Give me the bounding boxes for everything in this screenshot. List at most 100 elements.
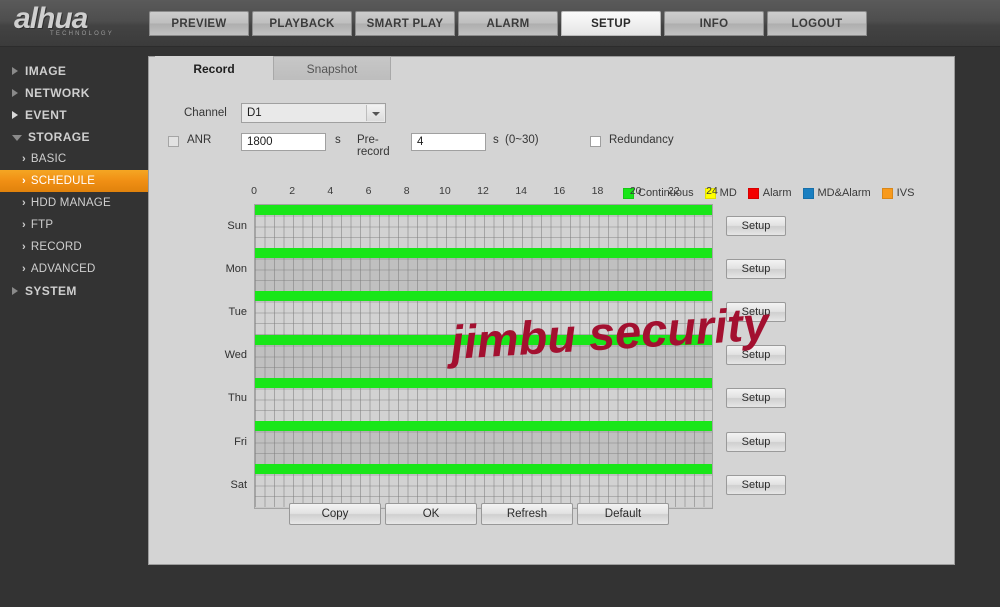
hour-tick-10: 10 <box>438 185 451 197</box>
chevron-right-icon: › <box>22 241 26 253</box>
schedule-bar-continuous[interactable] <box>255 464 712 475</box>
legend-swatch <box>881 187 893 199</box>
day-label-fri: Fri <box>234 435 247 448</box>
schedule-bar-continuous[interactable] <box>255 248 712 259</box>
schedule-row-thu[interactable]: Thu <box>228 377 712 421</box>
schedule-row-wed[interactable]: Wed <box>225 334 712 378</box>
setup-button-fri[interactable]: Setup <box>726 431 786 452</box>
sidebar-group-label: EVENT <box>25 108 68 122</box>
chevron-right-icon: › <box>22 219 26 231</box>
hour-tick-16: 16 <box>553 185 566 197</box>
schedule-row-fri[interactable]: Fri <box>234 421 712 465</box>
hour-tick-20: 20 <box>629 185 642 197</box>
prerecord-input[interactable] <box>411 133 486 151</box>
triangle-right-icon <box>12 287 18 295</box>
setup-button-mon[interactable]: Setup <box>726 258 786 279</box>
setup-button-wed[interactable]: Setup <box>726 345 786 366</box>
triangle-down-icon <box>12 135 22 141</box>
channel-select[interactable]: D1 <box>241 103 386 123</box>
schedule-bar-continuous[interactable] <box>255 421 712 431</box>
sidebar-group-storage[interactable]: STORAGE <box>0 126 148 148</box>
anr-label: ANR <box>187 134 212 146</box>
schedule-bar-continuous[interactable] <box>255 205 712 215</box>
subtab-record[interactable]: Record <box>155 56 273 80</box>
schedule-row-tue[interactable]: Tue <box>228 291 712 335</box>
nav-tab-smart-play[interactable]: SMART PLAY <box>355 11 455 36</box>
nav-tab-playback[interactable]: PLAYBACK <box>252 11 352 36</box>
sidebar-item-label: FTP <box>30 219 54 231</box>
sidebar-group-label: STORAGE <box>28 130 90 144</box>
triangle-right-icon <box>12 67 18 75</box>
sidebar-item-label: ADVANCED <box>30 263 96 275</box>
anr-duration-input[interactable] <box>241 133 326 151</box>
schedule-bar-continuous[interactable] <box>255 377 712 388</box>
top-bar: alhua TECHNOLOGY PREVIEW PLAYBACK SMART PL… <box>0 0 1000 47</box>
day-label-thu: Thu <box>228 392 247 405</box>
sidebar-group-system[interactable]: SYSTEM <box>0 280 148 302</box>
default-button[interactable]: Default <box>577 503 669 525</box>
sidebar-group-event[interactable]: EVENT <box>0 104 148 126</box>
sidebar-item-schedule[interactable]: › SCHEDULE <box>0 170 148 192</box>
prerecord-label: Pre-record <box>357 134 390 158</box>
sidebar-item-label: BASIC <box>30 153 67 165</box>
channel-select-value: D1 <box>247 107 262 119</box>
nav-tab-setup[interactable]: SETUP <box>561 11 661 36</box>
chevron-right-icon: › <box>22 153 26 165</box>
day-label-sat: Sat <box>230 478 247 491</box>
ok-button[interactable]: OK <box>385 503 477 525</box>
hour-tick-4: 4 <box>327 185 334 197</box>
sidebar-group-network[interactable]: NETWORK <box>0 82 148 104</box>
sidebar-item-record[interactable]: › RECORD <box>0 236 148 258</box>
day-label-sun: Sun <box>227 219 247 232</box>
sidebar-group-label: NETWORK <box>25 86 90 100</box>
anr-checkbox[interactable] <box>168 136 179 147</box>
day-label-wed: Wed <box>224 349 247 362</box>
triangle-right-icon <box>12 89 18 97</box>
schedule-bar-continuous[interactable] <box>255 334 712 345</box>
dahua-logo: alhua TECHNOLOGY <box>14 4 144 44</box>
nav-tab-info[interactable]: INFO <box>664 11 764 36</box>
hour-tick-18: 18 <box>591 185 604 197</box>
schedule-row-sun[interactable]: Sun <box>227 205 712 249</box>
copy-button[interactable]: Copy <box>289 503 381 525</box>
setup-button-tue[interactable]: Setup <box>726 302 786 322</box>
nav-tab-preview[interactable]: PREVIEW <box>149 11 249 36</box>
logo-tagline: TECHNOLOGY <box>50 31 115 37</box>
sidebar-group-image[interactable]: IMAGE <box>0 60 148 82</box>
main-nav-tabs: PREVIEW PLAYBACK SMART PLAY ALARM SETUP INFO L… <box>149 11 870 36</box>
hour-tick-12: 12 <box>477 185 489 197</box>
sidebar-item-label: HDD MANAGE <box>30 197 111 209</box>
schedule-grid-area: 0 2 4 6 8 10 12 14 16 18 20 22 24 Sun Mon Tue Wed Thu Fri… <box>225 185 814 509</box>
nav-tab-alarm[interactable]: ALARM <box>458 11 558 36</box>
chevron-right-icon: › <box>22 197 26 209</box>
sidebar-item-ftp[interactable]: › FTP <box>0 214 148 236</box>
setup-button-sun[interactable]: Setup <box>726 215 786 236</box>
hour-tick-8: 8 <box>403 185 410 197</box>
redundancy-label: Redundancy <box>609 134 674 146</box>
subtab-snapshot[interactable]: Snapshot <box>273 56 391 80</box>
channel-label: Channel <box>184 107 227 119</box>
chevron-right-icon: › <box>22 263 26 275</box>
redundancy-checkbox[interactable] <box>590 136 601 147</box>
sidebar-item-label: RECORD <box>30 241 82 253</box>
schedule-grid[interactable]: Sun Mon Tue Wed Thu Fri Sat <box>225 204 713 509</box>
legend-item-ivs: IVS <box>881 187 914 199</box>
schedule-row-sat[interactable]: Sat <box>230 464 712 508</box>
action-buttons: Copy OK Refresh Default <box>289 503 673 525</box>
sidebar-group-label: IMAGE <box>25 64 67 78</box>
sidebar-item-basic[interactable]: › BASIC <box>0 148 148 170</box>
sidebar: IMAGE NETWORK EVENT STORAGE › BASIC › SCHEDULE ›… <box>0 47 148 607</box>
hour-axis: 0 2 4 6 8 10 12 14 16 18 20 22 24 <box>251 185 718 201</box>
day-label-tue: Tue <box>228 305 247 318</box>
refresh-button[interactable]: Refresh <box>481 503 573 525</box>
setup-button-sat[interactable]: Setup <box>726 474 786 495</box>
chevron-down-icon[interactable] <box>366 105 384 121</box>
sidebar-item-hdd-manage[interactable]: › HDD MANAGE <box>0 192 148 214</box>
nav-tab-logout[interactable]: LOGOUT <box>767 11 867 36</box>
prerecord-unit-label: s <box>493 134 499 146</box>
sidebar-item-advanced[interactable]: › ADVANCED <box>0 258 148 280</box>
setup-button-thu[interactable]: Setup <box>726 388 786 409</box>
schedule-row-mon[interactable]: Mon <box>226 248 712 292</box>
triangle-right-icon <box>12 111 18 119</box>
schedule-bar-continuous[interactable] <box>255 291 712 302</box>
